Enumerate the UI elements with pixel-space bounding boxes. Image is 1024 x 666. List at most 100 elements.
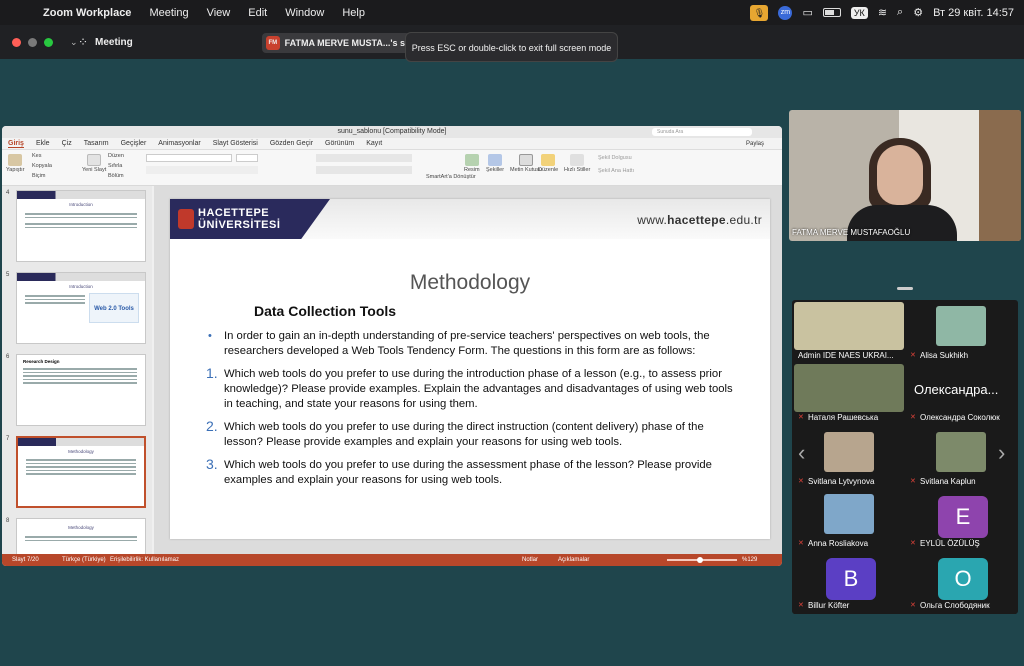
font-family-select[interactable] — [146, 154, 232, 162]
slide-thumbnail[interactable]: Introduction Web 2.0 Tools — [16, 272, 146, 344]
screen-icon[interactable]: ▭ — [802, 6, 812, 19]
current-slide[interactable]: HACETTEPE ÜNİVERSİTESİ www.hacettepe.edu… — [170, 199, 770, 539]
tab-slideshow[interactable]: Slayt Gösterisi — [213, 140, 258, 147]
tab-insert[interactable]: Ekle — [36, 140, 50, 147]
font-format-toolbar[interactable] — [146, 166, 258, 174]
participant-avatar: B — [826, 558, 876, 600]
thumb-header — [17, 273, 145, 281]
bullet-icon: • — [208, 330, 212, 342]
participant-tile[interactable]: O ✕ Ольга Слободяник — [906, 552, 1016, 614]
notes-button[interactable]: Notlar — [522, 554, 538, 566]
question-text: Which web tools do you prefer to use dur… — [224, 459, 712, 486]
clipboard-icon — [8, 154, 23, 166]
zoom-slider-thumb[interactable] — [697, 557, 703, 563]
zoom-level[interactable]: %129 — [742, 554, 757, 566]
cut-button[interactable]: Kes — [32, 153, 41, 159]
microphone-icon[interactable]: 🎙 — [750, 4, 769, 21]
participant-tile[interactable]: ✕ Svitlana Lytvynova — [794, 428, 904, 490]
participant-tile[interactable]: ✕ Alisa Sukhikh — [906, 302, 1016, 364]
tab-home[interactable]: Giriş — [8, 140, 24, 148]
format-painter-button[interactable]: Biçim — [32, 173, 45, 179]
muted-mic-icon: ✕ — [910, 602, 916, 609]
shapes-label: Şekiller — [486, 167, 505, 173]
participant-name: Наталя Рашевська — [808, 413, 879, 422]
intro-bullet: • In order to gain an in-depth understan… — [208, 329, 736, 359]
close-window-button[interactable] — [12, 38, 21, 47]
paste-label: Yapıştır — [6, 167, 25, 173]
clock[interactable]: Вт 29 квіт. 14:57 — [933, 7, 1014, 19]
alignment-toolbar[interactable] — [316, 166, 412, 174]
slide-thumbnail[interactable]: Methodology — [16, 518, 146, 554]
menu-window[interactable]: Window — [276, 7, 333, 19]
input-language[interactable]: УК — [850, 6, 868, 19]
active-speaker-video[interactable]: FATMA MERVE MUSTAFAOĞLU — [789, 110, 1021, 241]
chevron-down-icon[interactable]: ⌄ — [70, 37, 78, 48]
arrange-icon — [541, 154, 556, 166]
question-item: 1. Which web tools do you prefer to use … — [206, 366, 736, 412]
zoom-slider[interactable] — [667, 557, 737, 563]
menu-help[interactable]: Help — [333, 7, 374, 19]
menu-meeting[interactable]: Meeting — [140, 7, 197, 19]
participant-tile[interactable]: ✕ Anna Rosliakova — [794, 490, 904, 552]
layout-button[interactable]: Düzen — [108, 153, 124, 159]
arrange-button[interactable]: Düzenle — [538, 154, 558, 173]
slide-thumbnail-selected[interactable]: Methodology — [16, 436, 146, 508]
tab-view[interactable]: Görünüm — [325, 140, 354, 147]
new-slide-button[interactable]: Yeni Slayt — [82, 154, 106, 173]
shape-fill-button[interactable]: Şekil Dolgusu — [598, 155, 632, 161]
font-size-select[interactable] — [236, 154, 258, 162]
participant-name: Anna Rosliakova — [808, 539, 869, 548]
thumb-text-line — [25, 536, 137, 538]
slide-thumbnail[interactable]: Introduction — [16, 190, 146, 262]
ppt-search-field[interactable]: Sunuda Ara — [652, 128, 752, 136]
participant-tile[interactable]: E ✕ EYLÜL ÖZÜLÜŞ — [906, 490, 1016, 552]
ppt-share-button[interactable]: Paylaş — [746, 141, 764, 147]
url-suffix: .edu.tr — [725, 213, 762, 227]
participant-tile[interactable]: Олександра... ✕ Олександра Соколюк — [906, 364, 1016, 426]
search-icon[interactable]: ⌕ — [897, 6, 903, 19]
menu-view[interactable]: View — [198, 7, 240, 19]
copy-button[interactable]: Kopyala — [32, 163, 52, 169]
paste-button[interactable]: Yapıştır — [6, 154, 25, 173]
tab-record[interactable]: Kayıt — [366, 140, 382, 147]
section-button[interactable]: Bölüm — [108, 173, 124, 179]
reset-button[interactable]: Sıfırla — [108, 163, 122, 169]
participant-tile[interactable]: ✕ Наталя Рашевська — [794, 364, 904, 426]
picture-button[interactable]: Resim — [464, 154, 480, 173]
muted-mic-icon: ✕ — [798, 540, 804, 547]
shapes-button[interactable]: Şekiller — [486, 154, 504, 173]
participants-icon[interactable]: ⁘ — [78, 35, 88, 49]
comments-button[interactable]: Açıklamalar — [558, 554, 589, 566]
tab-design[interactable]: Tasarım — [84, 140, 109, 147]
menu-edit[interactable]: Edit — [239, 7, 276, 19]
tab-transitions[interactable]: Geçişler — [121, 140, 147, 147]
tab-review[interactable]: Gözden Geçir — [270, 140, 313, 147]
menu-app-name[interactable]: Zoom Workplace — [34, 7, 140, 19]
question-item: 2. Which web tools do you prefer to use … — [206, 419, 736, 450]
fullscreen-window-button[interactable] — [44, 38, 53, 47]
control-center-icon[interactable]: ⚙ — [913, 6, 923, 19]
participant-tile[interactable]: Admin IDE NAES UKRAI... — [794, 302, 904, 364]
language-status[interactable]: Türkçe (Türkiye) — [62, 554, 106, 566]
paragraph-toolbar[interactable] — [316, 154, 412, 162]
speaker-name: FATMA MERVE MUSTAFAOĞLU — [792, 228, 911, 237]
tab-animations[interactable]: Animasyonlar — [158, 140, 200, 147]
zoom-status-icon[interactable]: zm — [778, 5, 793, 20]
convert-smartart-button[interactable]: SmartArt'a Dönüştür — [426, 174, 476, 180]
shape-outline-button[interactable]: Şekil Ana Hattı — [598, 168, 634, 174]
screen-share-chip[interactable]: FM FATMA MERVE MUSTA...'s sc — [262, 33, 410, 53]
slide-thumbnail[interactable]: Research Design — [16, 354, 146, 426]
participant-video — [794, 302, 904, 350]
minimize-window-button[interactable] — [28, 38, 37, 47]
thumb-text-line — [23, 382, 137, 384]
quick-styles-button[interactable]: Hızlı Stiller — [564, 154, 590, 173]
battery-icon[interactable] — [822, 8, 841, 17]
accessibility-status[interactable]: Erişilebilirlik: Kullanılamaz — [110, 554, 179, 566]
gallery-next-button[interactable]: › — [998, 440, 1005, 466]
fullscreen-hint: Press ESC or double-click to exit full s… — [405, 32, 618, 62]
wifi-icon[interactable]: ≋ — [878, 6, 887, 19]
tab-draw[interactable]: Çiz — [62, 140, 72, 147]
panel-resize-handle[interactable] — [897, 287, 913, 290]
participant-tile[interactable]: B ✕ Billur Köfter — [794, 552, 904, 614]
gallery-prev-button[interactable]: ‹ — [798, 440, 805, 466]
